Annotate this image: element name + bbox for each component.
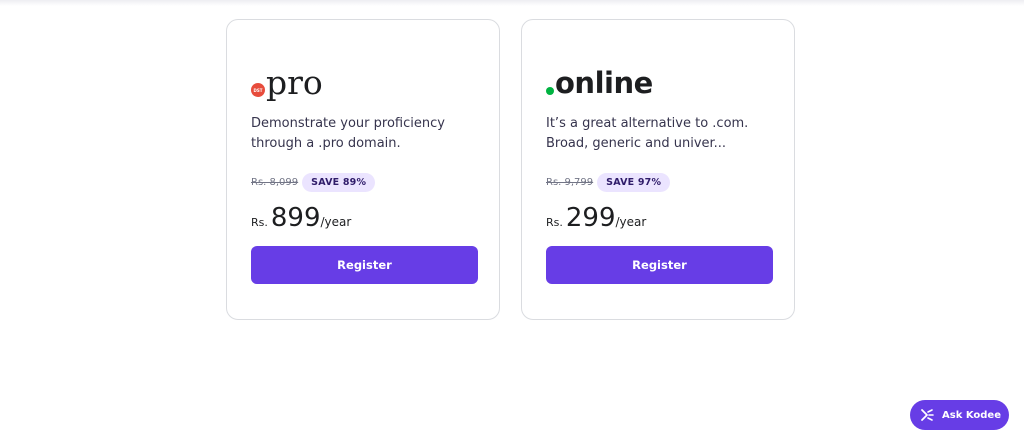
kodee-icon [921, 409, 934, 421]
price-currency: Rs. [546, 216, 563, 229]
top-shadow [0, 0, 1024, 6]
register-button[interactable]: Register [546, 246, 773, 284]
domain-description: It’s a great alternative to .com. Broad,… [546, 116, 749, 151]
discount-row: Rs. 8,099 SAVE 89% [251, 173, 376, 192]
pro-dot-icon: DST [251, 83, 265, 97]
online-logo-text: online [555, 66, 653, 100]
domain-description: Demonstrate your proficiency through a .… [251, 116, 445, 151]
save-badge: SAVE 89% [302, 173, 376, 192]
register-button[interactable]: Register [251, 246, 478, 284]
price-currency: Rs. [251, 216, 268, 229]
domain-card-online: online It’s a great alternative to .com.… [521, 19, 795, 320]
online-logo: online [546, 67, 653, 99]
save-badge: SAVE 97% [597, 173, 671, 192]
pro-badge-text: DST [253, 87, 263, 93]
price: Rs. 899 /year [251, 203, 351, 233]
old-price: Rs. 9,799 [546, 177, 594, 188]
ask-kodee-label: Ask Kodee [942, 409, 1001, 421]
old-price: Rs. 8,099 [251, 177, 299, 188]
price-amount: 899 [270, 203, 321, 233]
price-period: /year [615, 215, 647, 229]
price-period: /year [320, 215, 352, 229]
pro-logo-text: pro [266, 63, 323, 102]
ask-kodee-button[interactable]: Ask Kodee [910, 400, 1009, 430]
domain-card-pro: DST pro Demonstrate your proficiency thr… [226, 19, 500, 320]
price: Rs. 299 /year [546, 203, 646, 233]
online-dot-icon [546, 87, 554, 95]
pro-logo: DST pro [251, 63, 323, 102]
discount-row: Rs. 9,799 SAVE 97% [546, 173, 671, 192]
price-amount: 299 [565, 203, 616, 233]
